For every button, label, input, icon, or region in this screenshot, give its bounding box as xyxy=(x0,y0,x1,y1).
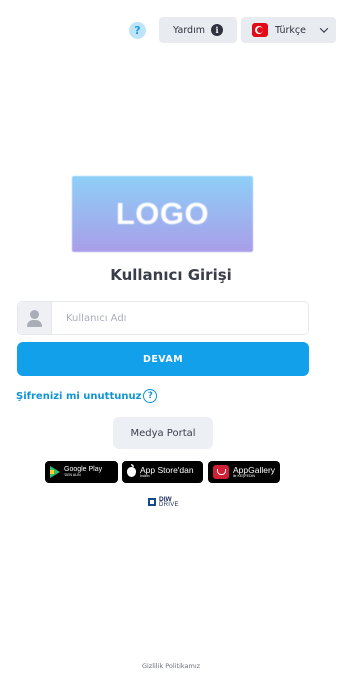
apple-icon xyxy=(127,464,136,477)
logo-text: LOGO xyxy=(115,196,210,231)
brand-logo: DIW DRIVE xyxy=(148,497,179,508)
user-icon xyxy=(18,302,52,334)
username-field xyxy=(17,301,309,335)
google-play-badge[interactable]: Google Play 'DEN ALIN xyxy=(45,461,118,483)
info-icon: i xyxy=(210,24,223,36)
username-input[interactable] xyxy=(52,302,308,334)
continue-button[interactable]: DEVAM xyxy=(17,342,309,376)
media-portal-button[interactable]: Medya Portal xyxy=(113,417,213,449)
google-play-sublabel: 'DEN ALIN xyxy=(64,473,81,478)
app-store-sublabel: İndirin xyxy=(140,474,150,478)
google-play-label: Google Play xyxy=(64,466,103,474)
privacy-policy-link[interactable]: Gizlilik Politikamız xyxy=(0,662,342,670)
app-gallery-sublabel: ile KEŞFEDİN xyxy=(233,474,255,478)
forgot-password-label: Şifrenizi mi unuttunuz xyxy=(16,390,142,402)
question-icon: ? xyxy=(143,389,158,403)
brand-icon xyxy=(148,498,156,507)
logo: LOGO xyxy=(72,176,253,252)
app-store-badge[interactable]: App Store'dan İndirin xyxy=(122,461,203,483)
page-title: Kullanıcı Girişi xyxy=(110,266,232,284)
language-label: Türkçe xyxy=(275,24,306,36)
app-gallery-badge[interactable]: AppGallery ile KEŞFEDİN xyxy=(208,461,280,483)
brand-line2: DRIVE xyxy=(159,501,179,508)
turkish-flag-icon xyxy=(252,23,268,37)
language-select[interactable]: Türkçe xyxy=(241,17,336,43)
help-button[interactable]: Yardım i xyxy=(159,17,237,43)
huawei-icon xyxy=(213,465,229,479)
forgot-password-link[interactable]: Şifrenizi mi unuttunuz ? xyxy=(16,389,158,403)
chevron-down-icon xyxy=(319,24,329,33)
help-button-label: Yardım xyxy=(173,24,205,36)
app-store-label: App Store'dan xyxy=(140,464,194,475)
app-gallery-label: AppGallery xyxy=(233,464,276,475)
google-play-icon xyxy=(50,466,60,478)
help-circle-icon[interactable]: ? xyxy=(129,22,146,39)
